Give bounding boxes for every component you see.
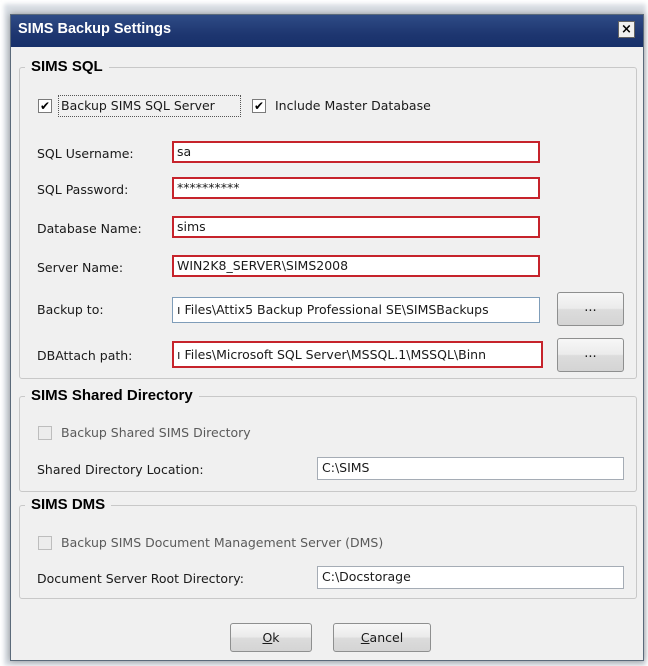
database-name-label: Database Name: (37, 221, 142, 236)
close-icon: × (621, 22, 632, 37)
include-master-db-label[interactable]: Include Master Database (275, 98, 431, 113)
cancel-label: ancel (369, 630, 404, 645)
browse-button-label: ... (584, 300, 597, 315)
shared-directory-location-label: Shared Directory Location: (37, 462, 204, 477)
database-name-field[interactable]: sims (172, 216, 540, 238)
backup-sql-server-checkbox[interactable]: ✔ (38, 99, 52, 113)
server-name-field[interactable]: WIN2K8_SERVER\SIMS2008 (172, 255, 540, 277)
checkmark-icon: ✔ (253, 99, 265, 113)
cancel-accelerator: C (360, 630, 370, 645)
ok-label: k (272, 630, 280, 645)
backup-shared-directory-label[interactable]: Backup Shared SIMS Directory (61, 425, 251, 440)
sims-dms-group-title: SIMS DMS (25, 496, 112, 513)
sql-password-field[interactable]: ********** (172, 177, 540, 199)
shared-directory-group-title: SIMS Shared Directory (25, 387, 199, 404)
backup-shared-directory-checkbox[interactable] (38, 426, 52, 440)
backup-dms-checkbox[interactable] (38, 536, 52, 550)
checkmark-icon: ✔ (39, 99, 51, 113)
ok-accelerator: O (262, 630, 273, 645)
shared-directory-location-field[interactable]: C:\SIMS (317, 457, 624, 480)
backup-to-field[interactable]: ı Files\Attix5 Backup Professional SE\SI… (172, 297, 540, 323)
sql-username-label: SQL Username: (37, 146, 134, 161)
sims-sql-group-title: SIMS SQL (25, 58, 109, 75)
cancel-button[interactable]: Cancel (333, 623, 431, 652)
sql-username-field[interactable]: sa (172, 141, 540, 163)
browse-button-label: ... (584, 346, 597, 361)
dbattach-path-label: DBAttach path: (37, 348, 133, 363)
backup-sql-server-label[interactable]: Backup SIMS SQL Server (61, 98, 215, 113)
sql-password-label: SQL Password: (37, 182, 129, 197)
title-bar[interactable]: SIMS Backup Settings × (11, 15, 643, 47)
dbattach-browse-button[interactable]: ... (557, 338, 624, 372)
dbattach-path-field[interactable]: ı Files\Microsoft SQL Server\MSSQL.1\MSS… (172, 341, 543, 368)
close-button[interactable]: × (618, 21, 635, 38)
ok-button[interactable]: Ok (230, 623, 312, 652)
backup-dms-label[interactable]: Backup SIMS Document Management Server (… (61, 535, 383, 550)
backup-to-label: Backup to: (37, 302, 104, 317)
document-root-field[interactable]: C:\Docstorage (317, 566, 624, 589)
document-root-label: Document Server Root Directory: (37, 571, 244, 586)
window-title: SIMS Backup Settings (18, 21, 172, 37)
backup-to-browse-button[interactable]: ... (557, 292, 624, 326)
include-master-db-checkbox[interactable]: ✔ (252, 99, 266, 113)
server-name-label: Server Name: (37, 260, 124, 275)
backup-settings-dialog: SIMS Backup Settings × SIMS SQL ✔ Backup… (10, 14, 644, 661)
